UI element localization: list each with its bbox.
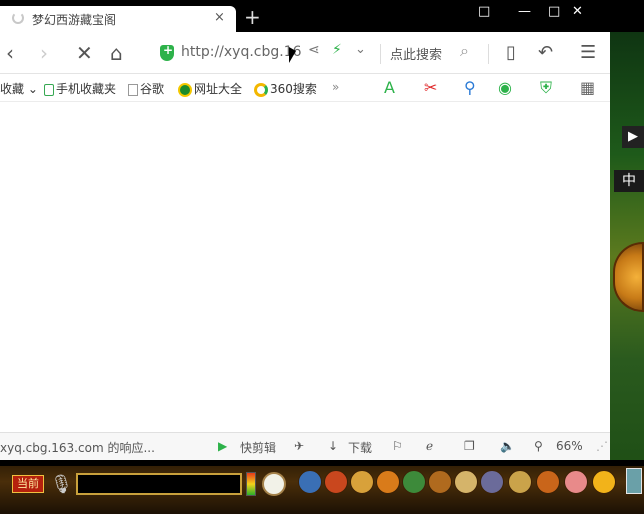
game-controller-icon[interactable]: ◉ — [498, 79, 512, 97]
lantern-icon[interactable] — [350, 470, 374, 494]
peach-icon[interactable] — [564, 470, 588, 494]
bookmark-favorites[interactable]: 收藏 ⌄ — [0, 80, 38, 97]
bookmark-label: 手机收藏夹 — [56, 82, 117, 96]
share-icon[interactable]: ⋖ — [308, 42, 320, 58]
bookmark-google[interactable]: 谷歌 — [128, 80, 164, 97]
clip-icon[interactable]: ▶ — [218, 439, 227, 453]
address-bar[interactable]: http://xyq.cbg.16 ⋖ ⚡ ⌄ — [152, 40, 376, 66]
close-window-icon[interactable]: ✕ — [572, 4, 583, 19]
address-url[interactable]: http://xyq.cbg.16 — [181, 44, 302, 60]
status-text: xyq.cbg.163.com 的响应... — [0, 441, 155, 455]
maximize-icon[interactable]: □ — [548, 4, 560, 19]
bookmarks-more-icon[interactable]: » — [332, 80, 339, 94]
smiley-icon[interactable] — [592, 470, 616, 494]
url-directory-icon — [178, 82, 192, 97]
bookmark-label: 360搜索 — [270, 82, 317, 96]
forward-icon[interactable]: › — [40, 41, 48, 65]
download-label[interactable]: 下载 — [348, 439, 372, 456]
tab-title: 梦幻西游藏宝阁 — [32, 13, 117, 27]
drum-icon[interactable] — [376, 470, 400, 494]
game-play-icon[interactable]: ▶ — [622, 126, 644, 148]
separator — [488, 44, 489, 64]
mobile-device-icon[interactable]: ▯ — [506, 41, 516, 65]
dragon-icon[interactable] — [480, 470, 504, 494]
bookmark-label: 网址大全 — [194, 82, 243, 96]
flower-icon[interactable] — [536, 470, 560, 494]
chat-input[interactable] — [76, 473, 242, 495]
toolbar: ‹ › ✕ ⌂ http://xyq.cbg.16 ⋖ ⚡ ⌄ 点此搜索 ⌕ ▯… — [0, 32, 610, 74]
phone-icon — [44, 83, 54, 96]
microphone-icon[interactable]: 🎙 — [50, 474, 73, 495]
tab-close-icon[interactable]: × — [214, 10, 225, 25]
download-icon[interactable]: ↓ — [328, 439, 338, 453]
volume-icon[interactable]: 🔈 — [500, 439, 515, 453]
stop-icon[interactable]: ✕ — [76, 41, 93, 65]
new-tab-button[interactable]: + — [244, 6, 261, 28]
bookmark-mobile-favorites[interactable]: 手机收藏夹 — [44, 80, 116, 97]
menu-icon[interactable]: ☰ — [580, 41, 596, 65]
horn-icon[interactable] — [508, 470, 532, 494]
sword-icon[interactable] — [298, 470, 322, 494]
zoom-icon: ⚲ — [534, 439, 543, 453]
translate-extension-icon[interactable]: A — [384, 79, 395, 97]
apps-grid-icon[interactable]: ▦ — [580, 79, 595, 97]
lion-icon[interactable] — [428, 470, 452, 494]
tab-strip: 梦幻西游藏宝阁 × + □ — □ ✕ — [0, 0, 644, 32]
chat-channel-button[interactable]: 当前 — [12, 475, 44, 493]
zoom-lens-icon[interactable]: ⚲ — [464, 79, 476, 97]
speed-mode-icon[interactable]: ⚡ — [332, 42, 342, 58]
360-search-icon — [254, 82, 268, 97]
system-menu-icon[interactable] — [626, 468, 642, 494]
bookmark-360-search[interactable]: 360搜索 — [254, 80, 317, 97]
minimize-icon[interactable]: — — [518, 4, 531, 19]
undo-close-icon[interactable]: ↶ — [538, 41, 553, 65]
game-middle-text: 中 — [614, 170, 644, 192]
mouse-cursor-icon — [289, 47, 296, 63]
search-input[interactable]: 点此搜索 — [390, 44, 442, 63]
search-icon[interactable]: ⌕ — [460, 41, 469, 61]
volume-meter — [246, 472, 256, 496]
emoticon-icon[interactable] — [262, 472, 286, 496]
bookmarks-bar: 收藏 ⌄ 手机收藏夹 谷歌 网址大全 360搜索 » A ✂ ⚲ ◉ ⛨ ▦ — [0, 74, 610, 102]
ie-mode-icon[interactable]: ℯ — [426, 439, 433, 453]
zoom-level[interactable]: 66% — [556, 439, 583, 453]
bookmark-label: 收藏 — [0, 82, 25, 96]
bookmark-url-directory[interactable]: 网址大全 — [178, 80, 242, 97]
security-shield-icon — [160, 43, 174, 61]
scroll-icon[interactable] — [454, 470, 478, 494]
page-content — [0, 102, 610, 432]
page-icon — [128, 83, 138, 96]
separator — [380, 44, 381, 64]
status-bar: xyq.cbg.163.com 的响应... ▶ 快剪辑 ✈ ↓ 下载 ⚐ ℯ … — [0, 432, 610, 460]
restore-icon[interactable]: □ — [478, 4, 490, 19]
treasure-chest-icon[interactable] — [324, 470, 348, 494]
clip-label[interactable]: 快剪辑 — [240, 439, 276, 456]
loading-spinner-icon — [12, 12, 24, 24]
flag-icon[interactable]: ⚐ — [392, 439, 403, 453]
back-icon[interactable]: ‹ — [6, 41, 14, 65]
home-icon[interactable]: ⌂ — [110, 41, 123, 65]
pet-icon[interactable] — [402, 470, 426, 494]
bookmark-label: 谷歌 — [140, 82, 165, 96]
address-dropdown-icon[interactable]: ⌄ — [355, 42, 366, 57]
wallet-shield-icon[interactable]: ⛨ — [540, 79, 552, 97]
resize-grip-icon[interactable]: ⋰ — [596, 439, 608, 453]
window-icon[interactable]: ❐ — [464, 439, 475, 453]
tab-cbg[interactable]: 梦幻西游藏宝阁 × — [0, 6, 236, 32]
accelerate-icon[interactable]: ✈ — [294, 439, 304, 453]
screenshot-scissors-icon[interactable]: ✂ — [424, 79, 437, 97]
